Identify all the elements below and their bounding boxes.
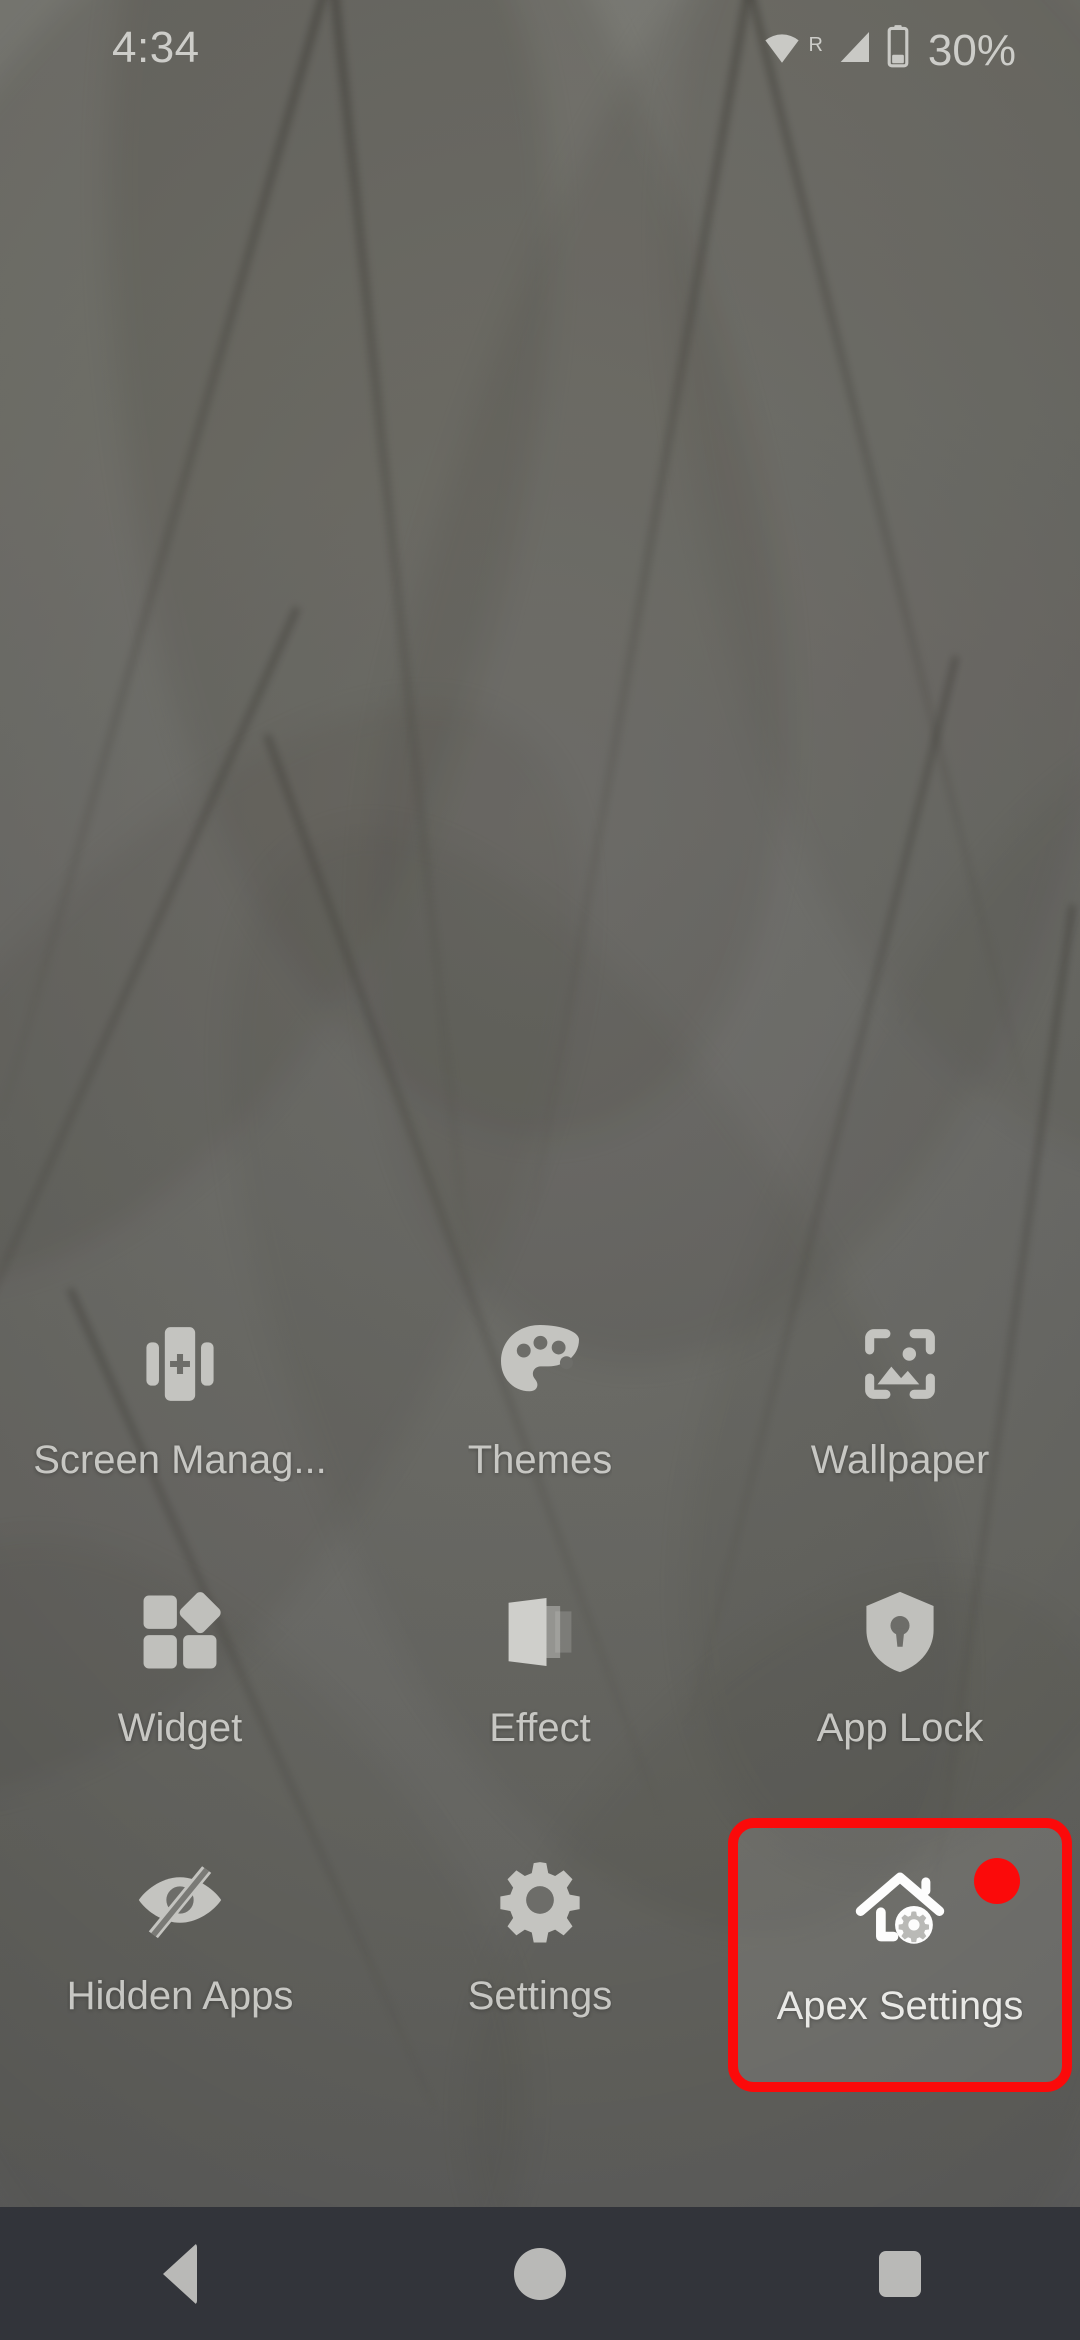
screen-manager-icon bbox=[124, 1308, 236, 1420]
app-icon-screen-manager[interactable]: Screen Manag... bbox=[0, 1290, 360, 1558]
app-icon-effect[interactable]: Effect bbox=[360, 1558, 720, 1826]
status-bar-clock: 4:34 bbox=[112, 23, 200, 72]
phone-screen: 4:34 R 30% Screen Manag... Themes Wallpa… bbox=[0, 0, 1080, 2340]
app-icon-apex-settings[interactable]: Apex Settings bbox=[728, 1818, 1072, 2092]
app-icon-hidden-apps[interactable]: Hidden Apps bbox=[0, 1826, 360, 2094]
app-label: Hidden Apps bbox=[66, 1974, 294, 2018]
notification-badge-dot bbox=[974, 1858, 1020, 1904]
app-icon-themes[interactable]: Themes bbox=[360, 1290, 720, 1558]
app-icon-wallpaper[interactable]: Wallpaper bbox=[720, 1290, 1080, 1558]
cellular-signal-icon bbox=[834, 26, 874, 73]
back-button[interactable] bbox=[100, 2207, 260, 2340]
app-label: Settings bbox=[467, 1974, 613, 2018]
battery-icon bbox=[883, 24, 913, 73]
palette-icon bbox=[484, 1308, 596, 1420]
square-icon bbox=[879, 2250, 921, 2297]
house-gear-icon bbox=[844, 1854, 956, 1966]
triangle-left-icon bbox=[163, 2242, 197, 2305]
app-label: Screen Manag... bbox=[33, 1438, 327, 1482]
shield-lock-icon bbox=[844, 1576, 956, 1688]
app-label: App Lock bbox=[816, 1706, 984, 1750]
wallpaper-icon bbox=[844, 1308, 956, 1420]
app-label: Apex Settings bbox=[776, 1984, 1024, 2028]
app-label: Widget bbox=[117, 1706, 243, 1750]
status-bar-indicators: R 30% bbox=[761, 24, 1016, 73]
home-button[interactable] bbox=[460, 2207, 620, 2340]
roaming-indicator: R bbox=[808, 33, 823, 56]
circle-icon bbox=[514, 2247, 566, 2300]
system-navigation-bar bbox=[0, 2207, 1080, 2340]
wifi-icon bbox=[761, 26, 803, 73]
app-icon-widget[interactable]: Widget bbox=[0, 1558, 360, 1826]
app-label: Wallpaper bbox=[810, 1438, 990, 1482]
recents-button[interactable] bbox=[820, 2207, 980, 2340]
app-icon-app-lock[interactable]: App Lock bbox=[720, 1558, 1080, 1826]
battery-percentage: 30% bbox=[927, 25, 1016, 75]
widget-icon bbox=[124, 1576, 236, 1688]
app-label: Themes bbox=[467, 1438, 613, 1482]
app-icon-settings[interactable]: Settings bbox=[360, 1826, 720, 2094]
eye-off-icon bbox=[124, 1844, 236, 1956]
gear-icon bbox=[484, 1844, 596, 1956]
home-screen-app-grid: Screen Manag... Themes Wallpaper Widget … bbox=[0, 1290, 1080, 2094]
app-label: Effect bbox=[489, 1706, 591, 1750]
status-bar: 4:34 R 30% bbox=[0, 0, 1080, 96]
effect-icon bbox=[484, 1576, 596, 1688]
